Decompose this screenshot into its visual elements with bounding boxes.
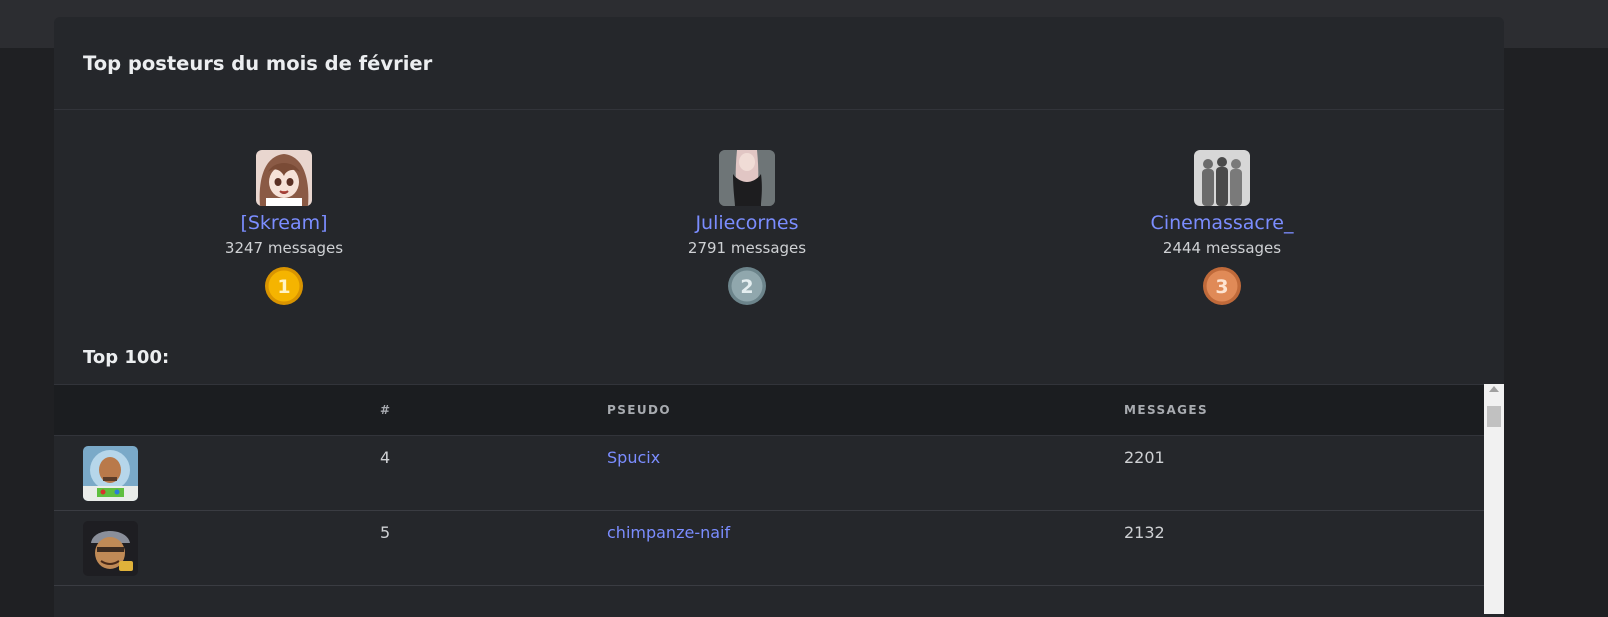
- column-header-avatar: [54, 384, 380, 436]
- row-rank: 5: [380, 510, 607, 586]
- scrollbar-thumb[interactable]: [1487, 406, 1501, 427]
- space-ranger-avatar[interactable]: [83, 446, 138, 501]
- podium-item-first: [Skream] 3247 messages 1: [134, 150, 434, 306]
- podium-count-third: 2444 messages: [1162, 239, 1282, 257]
- podium-item-third: Cinemassacre_ 2444 messages 3: [1072, 150, 1372, 306]
- girl-photo-avatar[interactable]: [719, 150, 775, 206]
- page-title: Top posteurs du mois de février: [83, 51, 433, 75]
- medal-rank-label: 2: [740, 276, 753, 298]
- row-avatar-cell: [54, 510, 380, 586]
- table-header-row: # PSEUDO MESSAGES: [54, 384, 1484, 436]
- card-header: Top posteurs du mois de février: [54, 17, 1504, 110]
- silver-medal-icon: 2: [727, 266, 767, 306]
- table-row: 4 Spucix 2201: [54, 435, 1484, 511]
- column-header-messages[interactable]: MESSAGES: [1124, 384, 1484, 436]
- column-header-pseudo[interactable]: PSEUDO: [607, 384, 1124, 436]
- column-header-rank[interactable]: #: [380, 384, 607, 436]
- table-scrollbar[interactable]: [1484, 384, 1504, 614]
- medal-rank-label: 1: [277, 276, 290, 298]
- anime-girl-avatar[interactable]: [256, 150, 312, 206]
- row-pseudo-cell: chimpanze-naif: [607, 510, 1124, 586]
- bronze-medal-icon: 3: [1202, 266, 1242, 306]
- podium-name-first[interactable]: [Skream]: [134, 210, 434, 236]
- podium-name-third[interactable]: Cinemassacre_: [1072, 210, 1372, 236]
- row-pseudo-cell: Spucix: [607, 435, 1124, 511]
- podium-item-second: Juliecornes 2791 messages 2: [597, 150, 897, 306]
- row-avatar-cell: [54, 435, 380, 511]
- top100-heading: Top 100:: [83, 347, 170, 368]
- podium-name-second[interactable]: Juliecornes: [597, 210, 897, 236]
- top100-table-container[interactable]: # PSEUDO MESSAGES 4 Spucix 2201 5 chimpa…: [54, 384, 1504, 614]
- row-rank: 4: [380, 435, 607, 511]
- podium: [Skream] 3247 messages 1 Juliecornes 279…: [54, 110, 1504, 340]
- row-messages: 2201: [1124, 435, 1484, 511]
- medal-rank-label: 3: [1215, 276, 1228, 298]
- helmet-man-avatar[interactable]: [83, 521, 138, 576]
- gold-medal-icon: 1: [264, 266, 304, 306]
- podium-count-second: 2791 messages: [687, 239, 807, 257]
- silhouettes-avatar[interactable]: [1194, 150, 1250, 206]
- podium-count-first: 3247 messages: [224, 239, 344, 257]
- scroll-up-arrow-icon[interactable]: [1489, 386, 1499, 392]
- row-pseudo-link[interactable]: chimpanze-naif: [607, 523, 730, 542]
- row-messages: 2132: [1124, 510, 1484, 586]
- top100-table: # PSEUDO MESSAGES 4 Spucix 2201 5 chimpa…: [54, 384, 1484, 586]
- row-pseudo-link[interactable]: Spucix: [607, 448, 660, 467]
- table-row: 5 chimpanze-naif 2132: [54, 510, 1484, 586]
